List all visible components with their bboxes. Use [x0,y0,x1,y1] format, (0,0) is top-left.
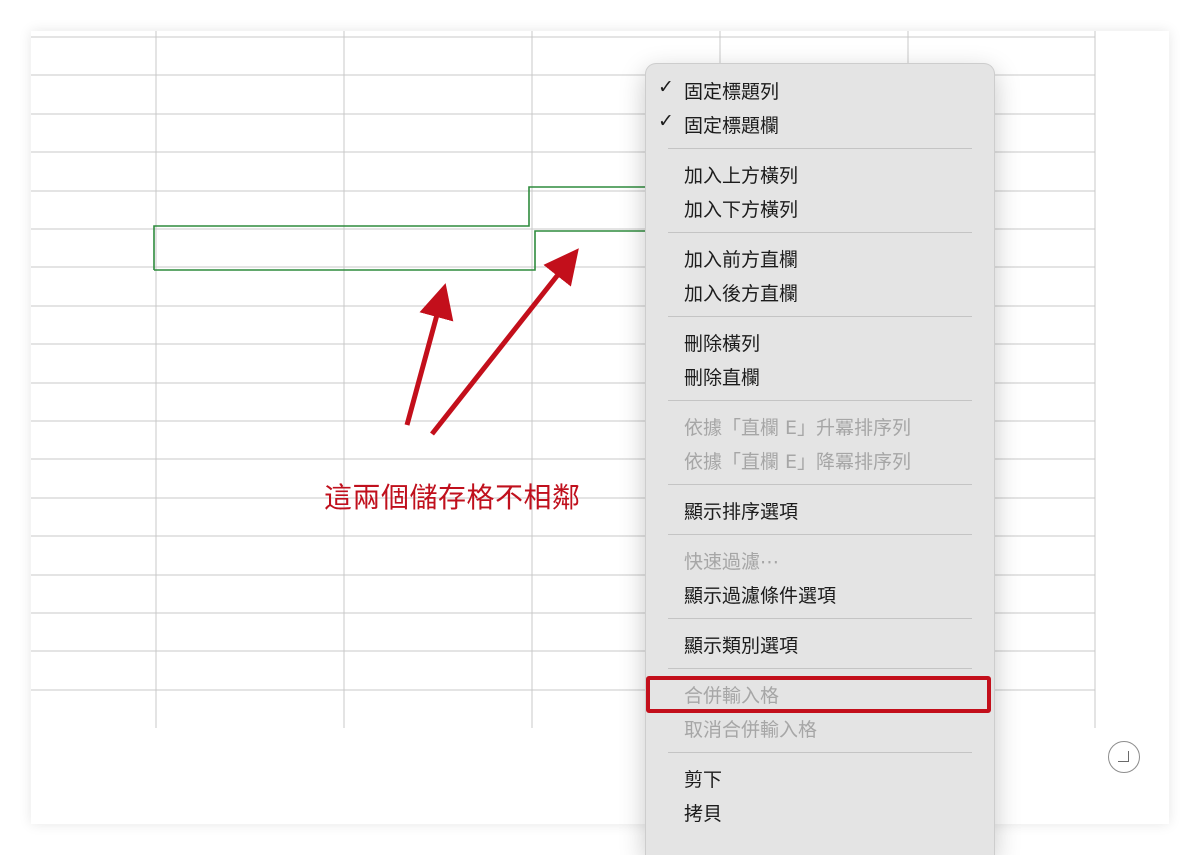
menu-item[interactable]: 加入前方直欄 [646,240,994,274]
menu-item-label: 顯示類別選項 [684,635,799,657]
menu-item[interactable]: 加入後方直欄 [646,274,994,308]
checkmark-icon: ✓ [658,110,674,132]
menu-item-label: 剪下 [684,769,723,791]
menu-item-label: 拷貝 [684,803,723,825]
menu-item[interactable]: 顯示類別選項 [646,626,994,660]
menu-item-label: 固定標題欄 [684,115,780,137]
selected-cell-border [154,230,651,271]
menu-item: 快速過濾⋯ [646,542,994,576]
menu-separator [646,140,994,156]
checkmark-icon: ✓ [658,76,674,98]
menu-separator [646,392,994,408]
menu-item-label: 加入後方直欄 [684,283,799,305]
menu-item[interactable]: 顯示排序選項 [646,492,994,526]
menu-item-label: 刪除直欄 [684,367,761,389]
menu-separator [646,308,994,324]
context-menu-list: ✓ 固定標題列 ✓ 固定標題欄加入上方橫列 加入下方橫列 加入前方直欄 加入後方直欄 刪除橫列… [646,72,994,828]
menu-item[interactable]: 加入下方橫列 [646,190,994,224]
menu-item[interactable]: 刪除橫列 [646,324,994,358]
context-menu: ✓ 固定標題列 ✓ 固定標題欄加入上方橫列 加入下方橫列 加入前方直欄 加入後方直欄 刪除橫列… [645,63,995,855]
menu-item[interactable]: 拷貝 [646,794,994,828]
menu-item-label: 快速過濾⋯ [684,551,780,573]
spreadsheet-table [31,31,1096,728]
resize-corner-icon[interactable] [1108,741,1140,773]
menu-item-label: 依據「直欄 E」降冪排序列 [684,451,912,473]
menu-item-label: 顯示過濾條件選項 [684,585,837,607]
menu-item: 依據「直欄 E」升冪排序列 [646,408,994,442]
menu-separator [646,744,994,760]
menu-separator [646,526,994,542]
menu-item[interactable]: 刪除直欄 [646,358,994,392]
menu-item-label: 依據「直欄 E」升冪排序列 [684,417,912,439]
menu-item-label: 加入前方直欄 [684,249,799,271]
menu-item-label: 刪除橫列 [684,333,761,355]
menu-item[interactable]: 加入上方橫列 [646,156,994,190]
menu-item-label: 取消合併輸入格 [684,719,818,741]
menu-separator [646,476,994,492]
menu-item-label: 顯示排序選項 [684,501,799,523]
menu-separator [646,610,994,626]
menu-item-label: 加入上方橫列 [684,165,799,187]
menu-item[interactable]: 顯示過濾條件選項 [646,576,994,610]
menu-separator [646,660,994,676]
menu-item: 依據「直欄 E」降冪排序列 [646,442,994,476]
menu-item: 取消合併輸入格 [646,710,994,744]
menu-item[interactable]: 剪下 [646,760,994,794]
menu-item[interactable]: ✓ 固定標題列 [646,72,994,106]
menu-item-label: 加入下方橫列 [684,199,799,221]
menu-item-label: 固定標題列 [684,81,780,103]
menu-separator [646,224,994,240]
merge-cells-highlight-box [646,676,991,713]
window-frame [31,31,1169,824]
annotation-label: 這兩個儲存格不相鄰 [324,481,581,514]
menu-item[interactable]: ✓ 固定標題欄 [646,106,994,140]
